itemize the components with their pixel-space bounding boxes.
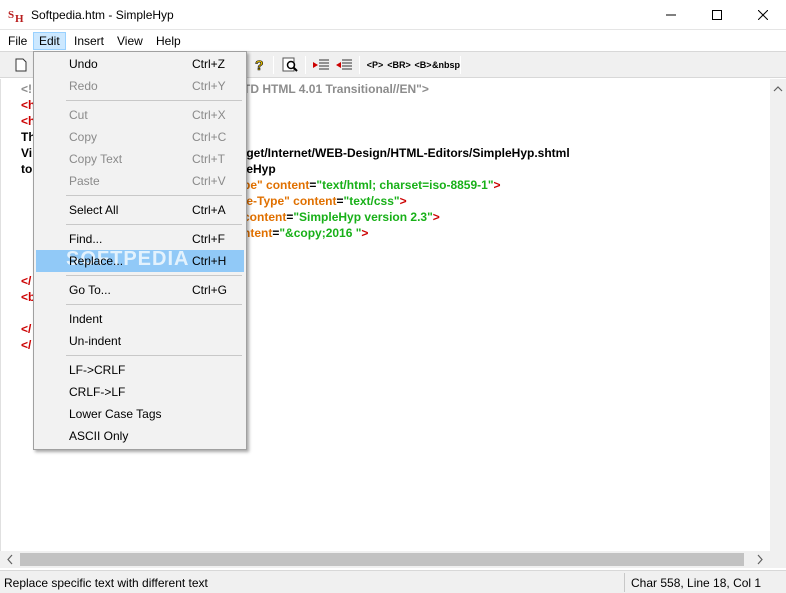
menu-item-redo[interactable]: Redo Ctrl+Y [36, 75, 244, 97]
insert-b-button[interactable]: <B> [412, 55, 434, 75]
maximize-button[interactable] [694, 0, 740, 30]
menu-item-indent[interactable]: Indent [36, 308, 244, 330]
code-line: content="SimpleHyp version 2.3"> [243, 210, 440, 224]
scroll-up-icon [773, 86, 783, 92]
scroll-right-icon [757, 554, 763, 565]
svg-text:H: H [15, 13, 24, 23]
menu-item-cut[interactable]: Cut Ctrl+X [36, 104, 244, 126]
code-line: ntent="&copy;2016 "> [243, 226, 369, 240]
indent-icon [313, 59, 329, 70]
menu-item-go-to[interactable]: Go To... Ctrl+G [36, 279, 244, 301]
unindent-button[interactable] [334, 55, 354, 75]
new-file-icon [15, 58, 27, 72]
title-bar: S H Softpedia.htm - SimpleHyp [0, 0, 786, 30]
code-line: </ [21, 338, 32, 352]
menu-item-replace[interactable]: SOFTPEDIA Replace... Ctrl+H [36, 248, 244, 272]
menu-item-paste[interactable]: Paste Ctrl+V [36, 170, 244, 192]
horizontal-scroll-thumb[interactable] [20, 553, 744, 566]
menu-item-undo[interactable]: Undo Ctrl+Z [36, 53, 244, 75]
minimize-button[interactable] [648, 0, 694, 30]
code-line: <! [21, 82, 33, 96]
menu-help[interactable]: Help [151, 32, 186, 50]
cursor-position: Char 558, Line 18, Col 1 [631, 576, 762, 590]
app-icon: S H [8, 7, 26, 25]
code-line: to [21, 162, 33, 176]
svg-text:S: S [8, 9, 14, 21]
menu-item-crlf-lf[interactable]: CRLF->LF [36, 381, 244, 403]
menu-item-find[interactable]: Find... Ctrl+F [36, 228, 244, 250]
menu-file[interactable]: File [3, 32, 32, 50]
menu-item-copy[interactable]: Copy Ctrl+C [36, 126, 244, 148]
window-title: Softpedia.htm - SimpleHyp [31, 8, 174, 22]
menu-insert[interactable]: Insert [69, 32, 109, 50]
code-line: leHyp [243, 162, 276, 176]
scroll-left-icon [7, 554, 13, 565]
insert-br-button[interactable]: <BR> [387, 55, 411, 75]
code-line: /get/Internet/WEB-Design/HTML-Editors/Si… [243, 146, 570, 160]
new-file-button[interactable] [12, 55, 30, 75]
status-bar: Replace specific text with different tex… [0, 570, 786, 593]
code-line: pe" content="text/html; charset=iso-8859… [243, 178, 501, 192]
minimize-icon [666, 14, 676, 16]
menu-item-lf-crlf[interactable]: LF->CRLF [36, 359, 244, 381]
close-icon [758, 10, 768, 20]
insert-p-button[interactable]: <P> [364, 55, 386, 75]
menu-item-lower-case-tags[interactable]: Lower Case Tags [36, 403, 244, 425]
indent-button[interactable] [311, 55, 331, 75]
menu-item-copy-text[interactable]: Copy Text Ctrl+T [36, 148, 244, 170]
unindent-icon [336, 59, 352, 70]
help-button[interactable]: ? [250, 55, 268, 75]
magnifier-icon [282, 57, 298, 72]
help-icon: ? [255, 57, 264, 73]
svg-text:?: ? [255, 57, 264, 73]
code-line: </ [21, 274, 32, 288]
menu-item-select-all[interactable]: Select All Ctrl+A [36, 199, 244, 221]
horizontal-scrollbar[interactable] [0, 551, 786, 568]
menu-view[interactable]: View [112, 32, 148, 50]
code-line: </ [21, 322, 32, 336]
status-message: Replace specific text with different tex… [4, 576, 208, 590]
maximize-icon [712, 10, 722, 20]
menu-item-ascii-only[interactable]: ASCII Only [36, 425, 244, 447]
menu-bar: File Edit Insert View Help [0, 30, 786, 51]
close-button[interactable] [740, 0, 786, 30]
menu-item-unindent[interactable]: Un-indent [36, 330, 244, 352]
edit-menu-dropdown: Undo Ctrl+Z Redo Ctrl+Y Cut Ctrl+X Copy Ctrl… [33, 51, 247, 450]
menu-edit[interactable]: Edit [33, 32, 66, 50]
find-button[interactable] [280, 55, 300, 75]
code-line: TD HTML 4.01 Transitional//EN"> [243, 82, 429, 96]
code-line: le-Type" content="text/css"> [243, 194, 407, 208]
insert-nbsp-button[interactable]: &nbsp [432, 55, 460, 75]
vertical-scrollbar[interactable] [770, 79, 786, 551]
code-line: Vi [21, 146, 33, 160]
